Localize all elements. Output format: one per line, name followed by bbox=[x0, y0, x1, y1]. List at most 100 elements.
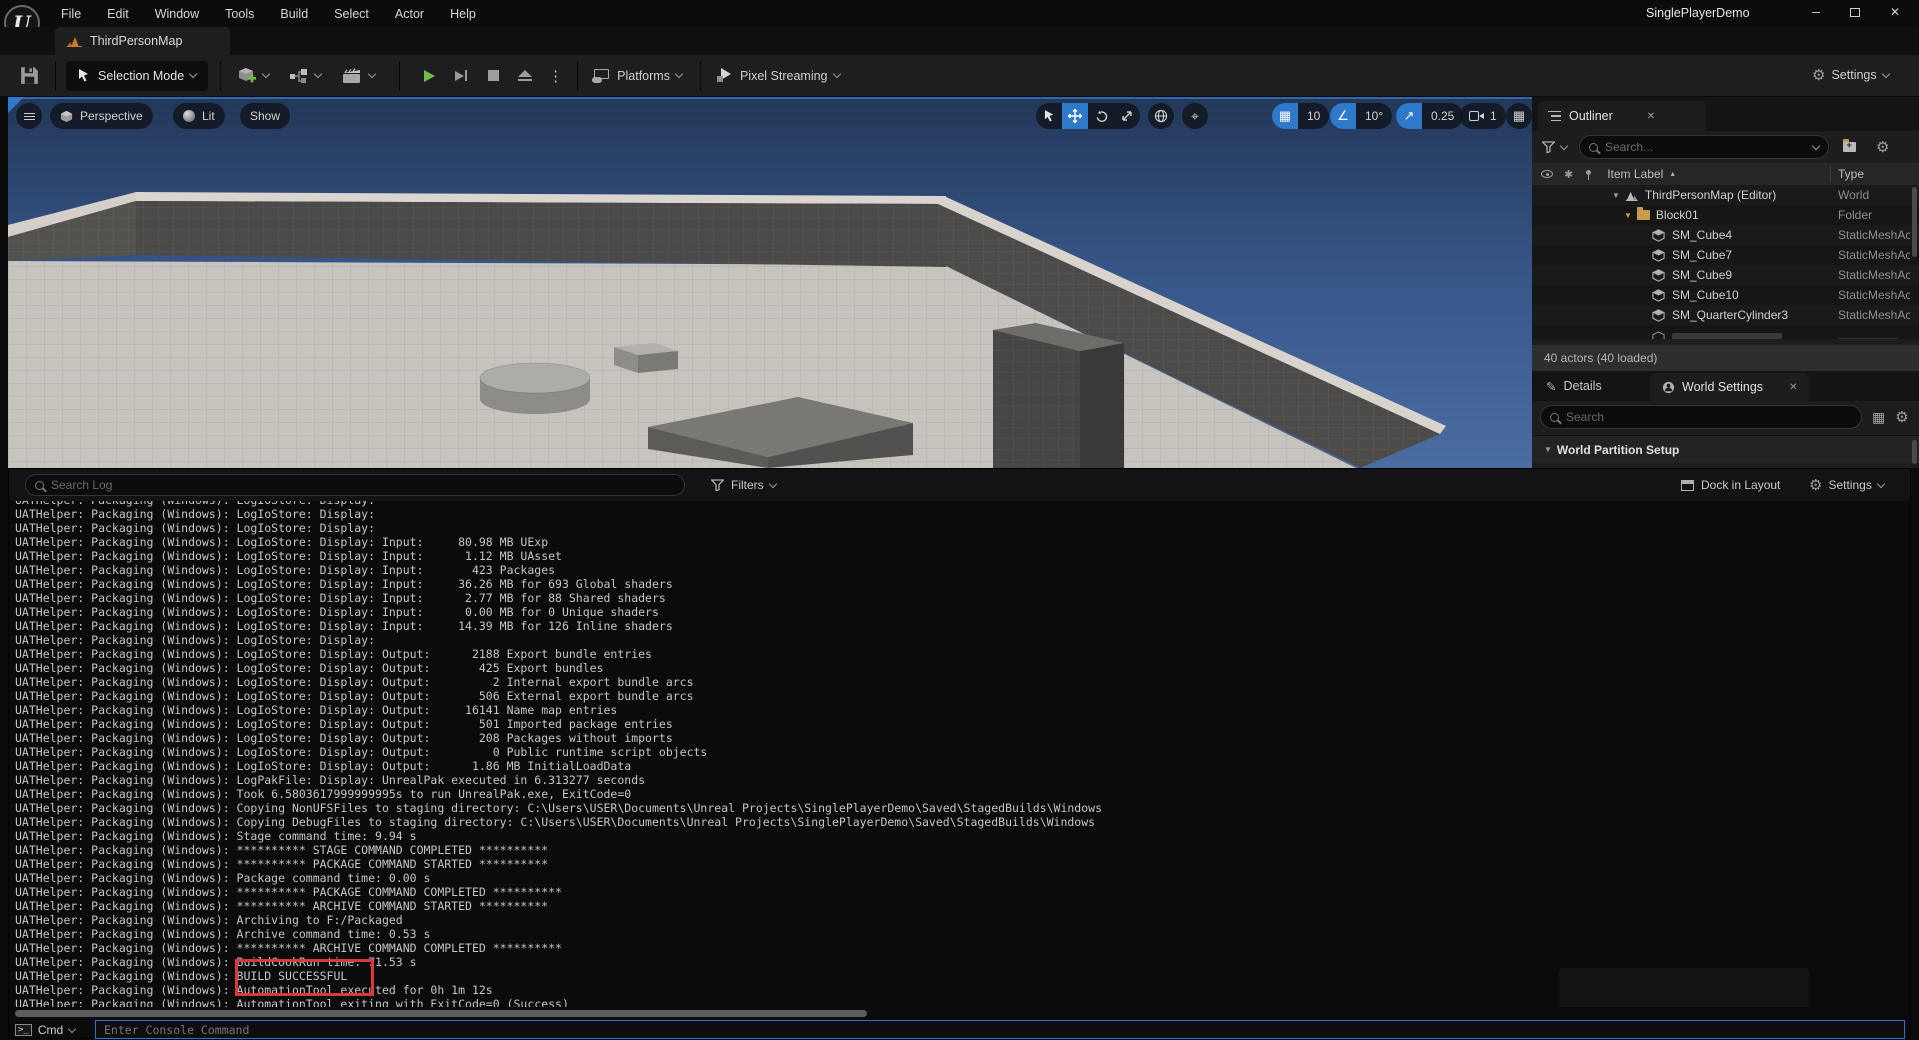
stop-button[interactable] bbox=[480, 63, 506, 89]
new-folder-icon[interactable]: + bbox=[1843, 142, 1856, 152]
play-button[interactable] bbox=[416, 63, 442, 89]
rotation-snap-control[interactable]: ∠ 10° bbox=[1330, 103, 1392, 129]
lit-dropdown[interactable]: Lit bbox=[173, 103, 225, 129]
menu-build[interactable]: Build bbox=[267, 7, 321, 21]
menu-bar: File Edit Window Tools Build Select Acto… bbox=[0, 0, 1919, 27]
type-column[interactable]: Type bbox=[1838, 167, 1864, 181]
toolbar-settings-dropdown[interactable]: ⚙ Settings bbox=[1812, 66, 1889, 84]
eject-button[interactable] bbox=[512, 63, 538, 89]
details-settings-gear-icon[interactable]: ⚙ bbox=[1895, 408, 1908, 426]
table-row[interactable]: SM_Cube10 StaticMeshActor bbox=[1532, 285, 1919, 305]
table-row[interactable]: SM_Cube7 StaticMeshActor bbox=[1532, 245, 1919, 265]
close-button[interactable]: ✕ bbox=[1890, 5, 1900, 19]
world-icon bbox=[1625, 189, 1638, 202]
camera-speed-control[interactable]: 1 bbox=[1460, 103, 1506, 129]
table-row[interactable]: SM_Cube4 StaticMeshActor bbox=[1532, 225, 1919, 245]
table-row[interactable]: SM_Cube9 StaticMeshActor bbox=[1532, 265, 1919, 285]
pin-column-icon[interactable] bbox=[1586, 170, 1591, 175]
outliner-close-icon[interactable]: ✕ bbox=[1647, 111, 1655, 122]
visibility-column-icon[interactable] bbox=[1541, 170, 1553, 178]
level-icon bbox=[67, 35, 82, 47]
details-search-input[interactable] bbox=[1566, 410, 1852, 424]
expand-icon[interactable]: ▼ bbox=[1612, 191, 1620, 200]
scale-tool[interactable] bbox=[1114, 103, 1140, 129]
details-tab-bar: ✎ Details World Settings ✕ bbox=[1532, 371, 1919, 401]
platforms-dropdown[interactable]: Platforms bbox=[592, 69, 682, 83]
cinematics-dropdown[interactable] bbox=[331, 67, 385, 85]
select-tool[interactable] bbox=[1036, 103, 1062, 129]
rotate-tool[interactable] bbox=[1088, 103, 1114, 129]
outliner-filter-button[interactable] bbox=[1542, 141, 1567, 153]
show-dropdown[interactable]: Show bbox=[240, 103, 290, 129]
outliner-scrollbar[interactable] bbox=[1912, 187, 1917, 257]
maximize-button[interactable] bbox=[1850, 8, 1860, 17]
menu-window[interactable]: Window bbox=[142, 7, 212, 21]
build-successful-highlight bbox=[235, 959, 374, 996]
pixel-streaming-dropdown[interactable]: Pixel Streaming bbox=[717, 68, 840, 83]
log-search[interactable] bbox=[25, 474, 685, 496]
dock-in-layout-button[interactable]: Dock in Layout bbox=[1681, 478, 1780, 492]
details-search[interactable] bbox=[1540, 405, 1862, 429]
world-coordinate-toggle[interactable] bbox=[1148, 103, 1174, 129]
selection-mode-dropdown[interactable]: Selection Mode bbox=[66, 61, 208, 91]
minimize-button[interactable]: – bbox=[1800, 3, 1832, 19]
log-search-input[interactable] bbox=[51, 478, 675, 492]
table-row[interactable]: ▼ ThirdPersonMap (Editor) World bbox=[1532, 185, 1919, 205]
outliner-settings-gear-icon[interactable]: ⚙ bbox=[1876, 138, 1889, 156]
table-row-partial[interactable] bbox=[1532, 325, 1919, 339]
log-toolbar: Filters Dock in Layout ⚙ Settings bbox=[9, 469, 1910, 501]
add-actor-dropdown[interactable] bbox=[227, 66, 279, 86]
pencil-icon: ✎ bbox=[1546, 379, 1556, 394]
log-content[interactable]: UATHelper: Packaging (Windows): LogIoSto… bbox=[9, 501, 1910, 1007]
perspective-dropdown[interactable]: Perspective bbox=[50, 103, 153, 129]
log-hscrollbar[interactable] bbox=[15, 1010, 867, 1017]
tab-details[interactable]: ✎ Details bbox=[1532, 371, 1616, 401]
play-controls: ⋮ bbox=[416, 63, 563, 89]
move-tool[interactable] bbox=[1062, 103, 1088, 129]
outliner-search-input[interactable] bbox=[1605, 140, 1811, 154]
blueprint-icon bbox=[289, 68, 309, 84]
grid-snap-control[interactable]: ▦ 10 bbox=[1272, 103, 1329, 129]
outliner-search[interactable] bbox=[1579, 135, 1829, 159]
item-label-column[interactable]: Item Label bbox=[1607, 167, 1663, 181]
blueprints-dropdown[interactable] bbox=[279, 68, 331, 84]
funnel-icon bbox=[1542, 141, 1555, 153]
menu-select[interactable]: Select bbox=[321, 7, 382, 21]
display-filter-icon[interactable]: ▦ bbox=[1872, 409, 1885, 426]
asset-tab-bar: ThirdPersonMap bbox=[0, 27, 1919, 55]
surface-snapping-button[interactable]: ⌖ bbox=[1182, 103, 1208, 129]
notification-toast bbox=[1559, 968, 1809, 1007]
frame-skip-button[interactable] bbox=[448, 63, 474, 89]
log-filters-dropdown[interactable]: Filters bbox=[711, 478, 776, 492]
tab-thirdpersonmap[interactable]: ThirdPersonMap bbox=[55, 27, 230, 55]
viewport-layout-button[interactable]: ▦ bbox=[1506, 103, 1532, 129]
hamburger-icon bbox=[24, 113, 35, 120]
menu-tools[interactable]: Tools bbox=[212, 7, 267, 21]
details-search-row: ▦ ⚙ bbox=[1532, 401, 1919, 433]
menu-file[interactable]: File bbox=[48, 7, 94, 21]
star-column-icon[interactable]: ✱ bbox=[1564, 168, 1573, 181]
console-prompt-icon: >_ bbox=[15, 1024, 32, 1036]
world-settings-icon bbox=[1662, 381, 1675, 394]
viewport-options-button[interactable] bbox=[16, 103, 42, 129]
table-row[interactable]: ▼ Block01 Folder bbox=[1532, 205, 1919, 225]
play-options-kebab[interactable]: ⋮ bbox=[548, 67, 563, 85]
details-scrollbar[interactable] bbox=[1912, 440, 1917, 464]
world-partition-section[interactable]: ▼ World Partition Setup bbox=[1532, 435, 1919, 463]
log-settings-dropdown[interactable]: ⚙ Settings bbox=[1809, 476, 1884, 494]
menu-help[interactable]: Help bbox=[437, 7, 489, 21]
tab-world-settings[interactable]: World Settings ✕ bbox=[1650, 373, 1809, 401]
save-icon[interactable] bbox=[20, 66, 39, 85]
menu-edit[interactable]: Edit bbox=[94, 7, 142, 21]
console-command-input[interactable] bbox=[95, 1020, 1905, 1039]
table-row[interactable]: SM_QuarterCylinder3 StaticMeshActor bbox=[1532, 305, 1919, 325]
world-settings-close-icon[interactable]: ✕ bbox=[1789, 382, 1797, 393]
grid-snap-value: 10 bbox=[1298, 109, 1329, 123]
tab-outliner[interactable]: Outliner ✕ bbox=[1538, 101, 1706, 131]
scale-snap-control[interactable]: ↗ 0.25 bbox=[1396, 103, 1463, 129]
viewport[interactable]: Perspective Lit Show bbox=[8, 97, 1532, 468]
menu-actor[interactable]: Actor bbox=[382, 7, 437, 21]
staticmesh-icon bbox=[1652, 269, 1665, 282]
expand-icon[interactable]: ▼ bbox=[1624, 211, 1632, 220]
cmd-dropdown[interactable]: >_ Cmd bbox=[15, 1023, 75, 1037]
